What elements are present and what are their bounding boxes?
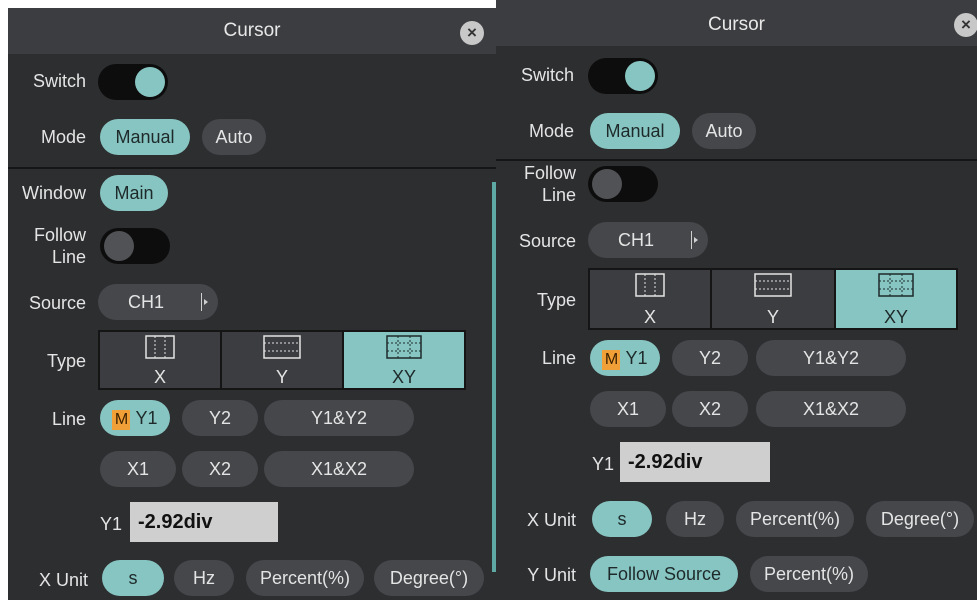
- switch-label: Switch: [32, 71, 86, 91]
- panel-title: Cursor: [223, 20, 281, 41]
- cursor-panel-left: Cursor × Switch Mode Manual Auto Window …: [8, 8, 496, 600]
- y-unit-follow-source-button[interactable]: Follow Source: [590, 556, 738, 592]
- type-x-button[interactable]: X: [590, 270, 710, 328]
- y-unit-percent-button[interactable]: Percent(%): [750, 556, 868, 592]
- switch-label: Switch: [520, 65, 574, 85]
- mode-auto-button[interactable]: Auto: [692, 113, 756, 149]
- line-label: Line: [51, 409, 86, 429]
- dropdown-caret-icon: [201, 293, 208, 311]
- y1-value-field[interactable]: -2.92div: [620, 442, 770, 482]
- follow-line-toggle[interactable]: [588, 166, 658, 202]
- line-x1x2-button[interactable]: X1&X2: [756, 391, 906, 427]
- type-selector: X Y XY: [98, 330, 466, 390]
- panel-title-bar: Cursor: [8, 8, 496, 54]
- x-unit-label: X Unit: [38, 570, 88, 590]
- cursor-xy-icon: [386, 335, 422, 359]
- marker-badge: M: [602, 350, 621, 370]
- x-unit-s-button[interactable]: s: [102, 560, 164, 596]
- cursor-xy-icon: [878, 273, 914, 297]
- type-y-label: Y: [766, 307, 779, 327]
- mode-auto-button[interactable]: Auto: [202, 119, 266, 155]
- line-x1-button[interactable]: X1: [590, 391, 666, 427]
- follow-line-label-line1: Follow: [33, 225, 86, 245]
- mode-manual-button[interactable]: Manual: [100, 119, 190, 155]
- panel-title: Cursor: [707, 14, 765, 35]
- follow-line-label: Follow Line: [496, 162, 576, 206]
- follow-line-label-line1: Follow: [523, 163, 576, 183]
- line-y1-label: Y1: [625, 348, 648, 368]
- mode-label: Mode: [40, 127, 86, 147]
- type-x-label: X: [153, 367, 166, 387]
- follow-line-label: Follow Line: [8, 224, 86, 268]
- close-icon[interactable]: ×: [460, 21, 484, 45]
- line-x1x2-button[interactable]: X1&X2: [264, 451, 414, 487]
- x-unit-degree-button[interactable]: Degree(°): [374, 560, 484, 596]
- mode-label: Mode: [528, 121, 574, 141]
- cursor-y-icon: [754, 273, 792, 297]
- mode-manual-button[interactable]: Manual: [590, 113, 680, 149]
- cursor-x-icon: [145, 335, 175, 359]
- y1-label: Y1: [99, 514, 122, 534]
- line-y1y2-button[interactable]: Y1&Y2: [264, 400, 414, 436]
- x-unit-hz-button[interactable]: Hz: [174, 560, 234, 596]
- source-value: CH1: [127, 292, 164, 312]
- y1-value-field[interactable]: -2.92div: [130, 502, 278, 542]
- type-selector: X Y XY: [588, 268, 958, 330]
- switch-toggle[interactable]: [588, 58, 658, 94]
- line-x2-button[interactable]: X2: [182, 451, 258, 487]
- toggle-knob: [104, 231, 134, 261]
- type-xy-label: XY: [883, 307, 908, 327]
- x-unit-hz-button[interactable]: Hz: [666, 501, 724, 537]
- line-y1-label: Y1: [135, 408, 158, 428]
- line-label: Line: [541, 348, 576, 368]
- type-x-button[interactable]: X: [100, 332, 220, 388]
- type-xy-button[interactable]: XY: [344, 332, 464, 388]
- line-y1y2-button[interactable]: Y1&Y2: [756, 340, 906, 376]
- cursor-x-icon: [635, 273, 665, 297]
- x-unit-percent-button[interactable]: Percent(%): [736, 501, 854, 537]
- source-value: CH1: [617, 230, 654, 250]
- window-label: Window: [21, 183, 86, 203]
- y-unit-label: Y Unit: [527, 565, 576, 585]
- line-x1-button[interactable]: X1: [100, 451, 176, 487]
- section-divider: [8, 167, 496, 169]
- window-main-button[interactable]: Main: [100, 175, 168, 211]
- source-dropdown[interactable]: CH1: [98, 284, 218, 320]
- close-icon[interactable]: ×: [954, 13, 977, 37]
- cursor-panel-right: Cursor × Switch Mode Manual Auto Follow …: [496, 0, 977, 600]
- x-unit-percent-button[interactable]: Percent(%): [246, 560, 364, 596]
- line-y1-button[interactable]: M Y1: [100, 400, 170, 436]
- x-unit-label: X Unit: [526, 510, 576, 530]
- dropdown-caret-icon: [691, 231, 698, 249]
- toggle-knob: [625, 61, 655, 91]
- line-x2-button[interactable]: X2: [672, 391, 748, 427]
- source-label: Source: [518, 231, 576, 251]
- source-dropdown[interactable]: CH1: [588, 222, 708, 258]
- follow-line-toggle[interactable]: [100, 228, 170, 264]
- line-y2-button[interactable]: Y2: [672, 340, 748, 376]
- panel-title-bar: Cursor: [496, 0, 977, 46]
- line-y2-button[interactable]: Y2: [182, 400, 258, 436]
- cursor-y-icon: [263, 335, 301, 359]
- type-xy-label: XY: [391, 367, 416, 387]
- marker-badge: M: [112, 410, 131, 430]
- type-x-label: X: [643, 307, 656, 327]
- source-label: Source: [28, 293, 86, 313]
- type-y-label: Y: [275, 367, 288, 387]
- type-label: Type: [536, 290, 576, 310]
- type-y-button[interactable]: Y: [712, 270, 834, 328]
- type-xy-button[interactable]: XY: [836, 270, 956, 328]
- x-unit-s-button[interactable]: s: [592, 501, 652, 537]
- switch-toggle[interactable]: [98, 64, 168, 100]
- follow-line-label-line2: Line: [51, 247, 86, 267]
- y1-label: Y1: [591, 454, 614, 474]
- x-unit-degree-button[interactable]: Degree(°): [866, 501, 974, 537]
- follow-line-label-line2: Line: [541, 185, 576, 205]
- type-y-button[interactable]: Y: [222, 332, 342, 388]
- toggle-knob: [592, 169, 622, 199]
- toggle-knob: [135, 67, 165, 97]
- section-divider: [496, 159, 977, 161]
- line-y1-button[interactable]: M Y1: [590, 340, 660, 376]
- type-label: Type: [46, 351, 86, 371]
